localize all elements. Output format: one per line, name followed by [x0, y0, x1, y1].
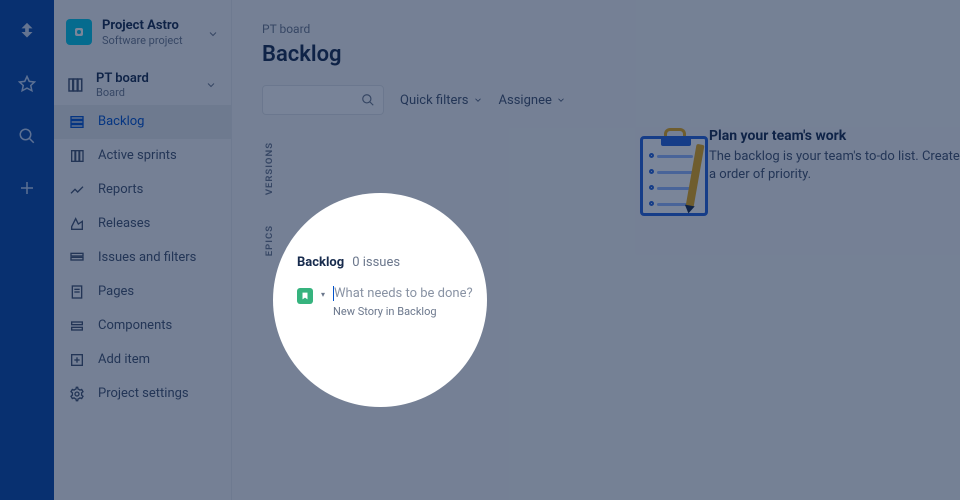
onboarding-spotlight: Backlog 0 issues ▾ What needs to be done…: [273, 193, 487, 407]
story-type-icon[interactable]: [297, 288, 313, 304]
backlog-label: Backlog: [297, 255, 344, 270]
create-issue-row[interactable]: ▾ What needs to be done? New Story in Ba…: [297, 286, 475, 318]
issue-placeholder: What needs to be done?: [334, 286, 473, 301]
onboarding-dimmer: [0, 0, 960, 500]
issue-summary-input[interactable]: What needs to be done?: [333, 286, 473, 301]
chevron-down-icon[interactable]: ▾: [321, 290, 325, 299]
create-caption: New Story in Backlog: [333, 305, 473, 318]
backlog-count: 0 issues: [352, 255, 400, 270]
backlog-heading: Backlog 0 issues: [297, 255, 475, 270]
